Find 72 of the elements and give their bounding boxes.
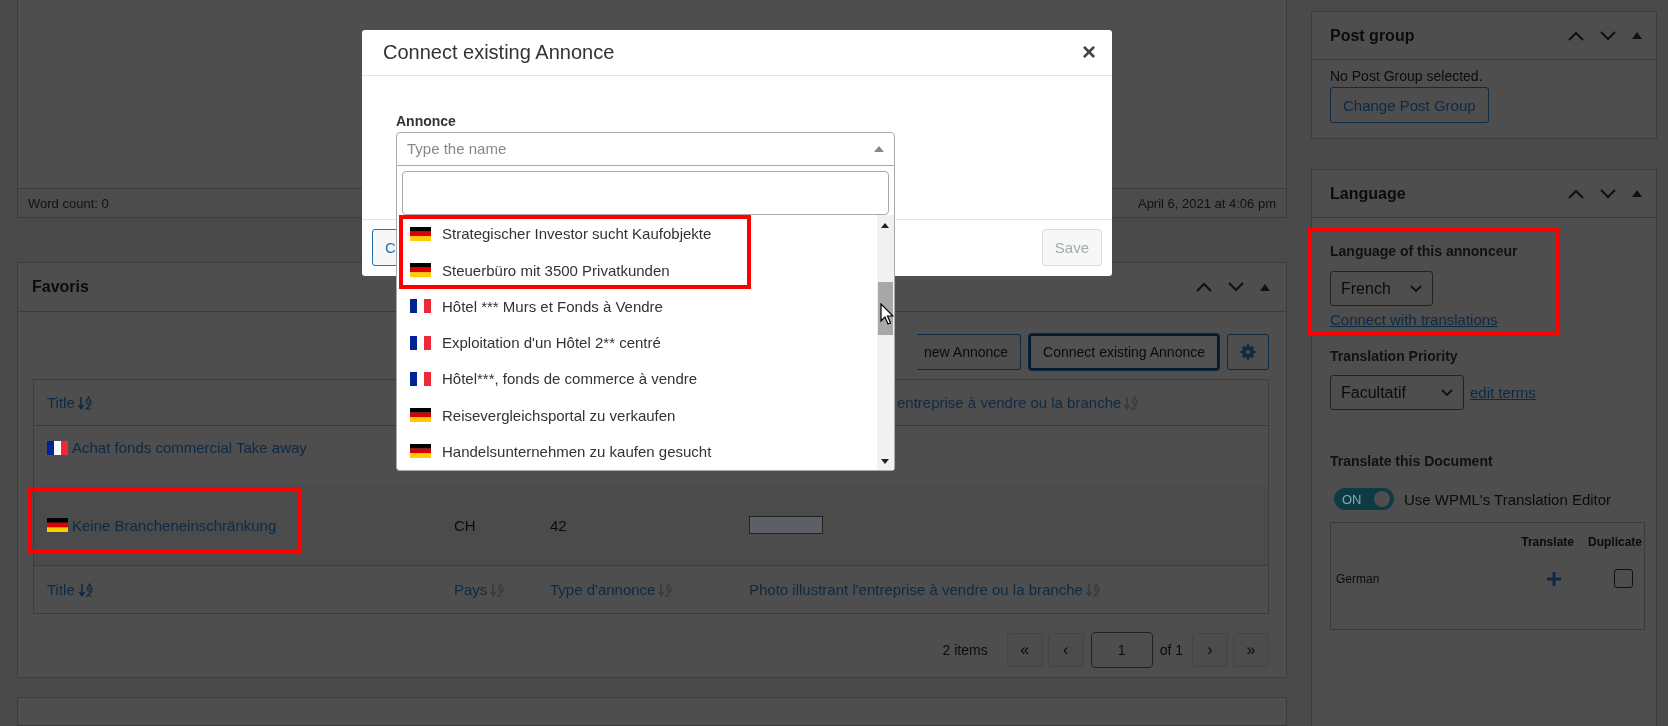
flag-icon (47, 518, 68, 533)
modal-title: Connect existing Annonce (383, 40, 615, 64)
chevron-up-icon[interactable] (1196, 282, 1212, 293)
annonce-select[interactable]: Type the name (396, 131, 895, 166)
column-header[interactable]: Type d'annonce (550, 581, 749, 599)
sort-icon[interactable] (78, 582, 93, 597)
scrollbar[interactable] (877, 214, 894, 470)
triangle-up-icon[interactable] (881, 222, 889, 228)
settings-button[interactable] (1227, 334, 1269, 371)
change-post-group-button[interactable]: Change Post Group (1330, 87, 1489, 123)
dropdown-option[interactable]: Hôtel***, fonds de commerce à vendre (404, 364, 702, 394)
row-title-link[interactable]: Keine Brancheneinschränkung (34, 516, 454, 534)
last-edited-text: April 6, 2021 at 4:06 pm (1137, 195, 1276, 211)
field-label: Language of this annonceur (1330, 243, 1518, 259)
dropdown-option[interactable]: Handelsunternehmen zu kaufen gesucht (404, 437, 716, 466)
chevron-up-icon[interactable] (1568, 188, 1584, 199)
priority-select[interactable]: Facultatif (1330, 375, 1464, 410)
flag-icon (410, 335, 431, 350)
table-cell-text: 42 (550, 516, 568, 534)
chevron-down-icon[interactable] (1600, 30, 1616, 41)
field-label: Translation Priority (1330, 348, 1458, 364)
edit-terms-link[interactable]: edit terms (1470, 384, 1536, 401)
chevron-down-icon[interactable] (1228, 282, 1244, 293)
dropdown-option[interactable]: Exploitation d'un Hôtel 2** centré (404, 328, 665, 357)
close-button[interactable]: × (1082, 40, 1096, 65)
flag-icon (410, 226, 431, 241)
panel-title: Favoris (32, 278, 89, 297)
triangle-down-icon[interactable] (881, 458, 889, 464)
field-label: Annonce (396, 112, 457, 129)
column-header: Translate (1521, 535, 1574, 549)
dropdown-option[interactable]: Hôtel *** Murs et Fonds à Vendre (404, 292, 667, 321)
panel-title: Language (1330, 184, 1406, 203)
chevron-down-icon (1441, 388, 1453, 397)
flag-icon (410, 299, 431, 314)
triangle-up-icon (874, 145, 884, 152)
section-title: Translate this Document (1330, 453, 1493, 469)
next-page-button[interactable]: › (1192, 633, 1228, 668)
toggle-label: Use WPML's Translation Editor (1404, 490, 1612, 508)
item-count: 2 items (942, 642, 988, 659)
action-button[interactable]: Connect existing Annonce (1029, 334, 1219, 371)
column-header[interactable]: Title (34, 581, 454, 599)
column-header: Duplicate (1588, 535, 1642, 549)
flag-icon (410, 408, 431, 423)
post-group-status: No Post Group selected. (1330, 68, 1483, 84)
column-header[interactable]: entreprise à vendre ou la branche (897, 394, 1139, 412)
column-header[interactable]: Photo illustrant l'entreprise à vendre ou la branche (749, 581, 1100, 599)
first-page-button[interactable]: « (1006, 633, 1043, 668)
gear-icon (1240, 344, 1256, 361)
flag-icon (410, 263, 431, 277)
word-count: Word count: 0 (28, 195, 109, 211)
plus-icon[interactable] (1546, 570, 1562, 587)
search-field[interactable] (402, 170, 889, 215)
table-cell-text: CH (454, 516, 477, 534)
language-select[interactable]: French (1330, 271, 1433, 306)
chevron-down-icon[interactable] (1600, 188, 1616, 199)
column-header[interactable]: Pays (454, 581, 550, 599)
duplicate-checkbox[interactable] (1614, 569, 1633, 588)
previous-page-button[interactable]: ‹ (1047, 633, 1084, 668)
toggle-switch[interactable]: ON (1334, 488, 1394, 510)
action-button[interactable]: new Annonce (917, 334, 1022, 371)
connect-translations-link[interactable]: Connect with translations (1330, 311, 1498, 328)
flag-icon (47, 440, 68, 455)
panel-title: Post group (1330, 26, 1415, 45)
sort-icon[interactable] (77, 395, 92, 410)
chevron-up-icon[interactable] (1568, 30, 1584, 41)
flag-icon (410, 371, 431, 386)
language-name: German (1336, 571, 1381, 586)
last-page-button[interactable]: » (1233, 633, 1269, 668)
page-input[interactable]: 1 (1090, 632, 1153, 669)
flag-icon (410, 444, 431, 459)
page-total: of 1 (1159, 642, 1183, 659)
chevron-down-icon (1410, 284, 1422, 293)
